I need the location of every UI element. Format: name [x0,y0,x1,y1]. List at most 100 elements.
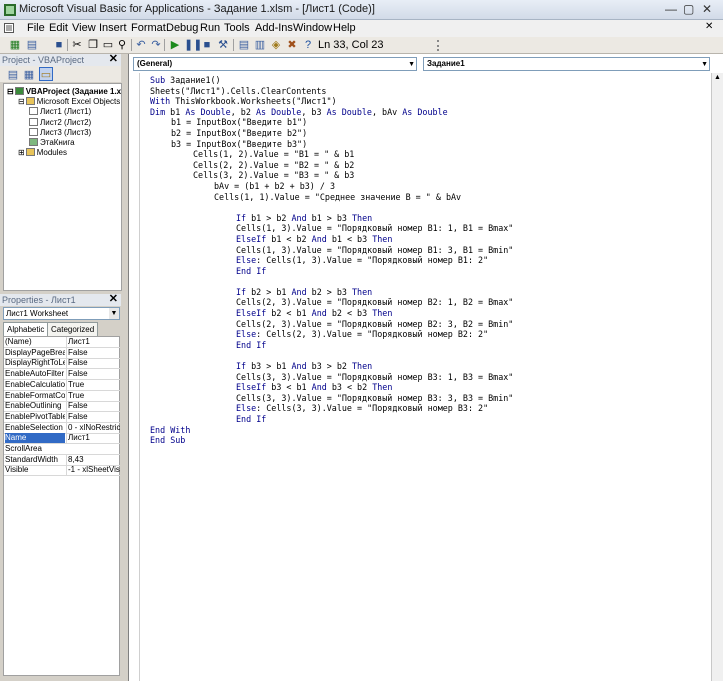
property-value[interactable]: Лист1 [66,433,120,444]
find-icon[interactable]: ⚲ [115,38,129,52]
tree-item[interactable]: Лист1 (Лист1) [29,107,91,117]
tree-item[interactable]: ⊟ Microsoft Excel Objects [18,97,120,107]
tab-categorized[interactable]: Categorized [47,322,99,336]
code-margin-indicator-bar[interactable] [129,73,140,681]
maximize-icon[interactable]: ▢ [683,2,694,16]
property-row[interactable]: EnableSelection0 - xlNoRestrictio [4,422,120,434]
copy-icon[interactable]: ❐ [86,38,100,52]
close-icon[interactable]: ✕ [702,2,712,16]
code-line[interactable]: Sheets("Лист1").Cells.ClearContents [150,86,710,97]
menu-edit[interactable]: Edit [49,22,68,34]
code-line[interactable]: ElseIf b3 < b1 And b3 < b2 Then [150,382,710,393]
code-line[interactable]: End If [150,266,710,277]
view-object-icon[interactable]: ▦ [22,68,36,82]
close-code-window-icon[interactable]: ✕ [705,21,713,32]
code-line[interactable]: bAv = (b1 + b2 + b3) / 3 [150,181,710,192]
project-explorer-icon[interactable]: ▤ [237,38,251,52]
property-value[interactable]: False [66,411,120,422]
properties-window-icon[interactable]: ▥ [253,38,267,52]
tree-item[interactable]: ⊟ VBAProject (Задание 1.x [7,87,121,97]
code-line[interactable]: Else: Cells(3, 3).Value = "Порядковый но… [150,403,710,414]
property-row[interactable]: EnableAutoFilter False [4,369,120,381]
code-line[interactable]: If b1 > b2 And b1 > b3 Then [150,213,710,224]
code-line[interactable]: Cells(1, 3).Value = "Порядковый номер B1… [150,223,710,234]
code-line[interactable]: If b2 > b1 And b2 > b3 Then [150,287,710,298]
reset-icon[interactable]: ■ [200,38,214,52]
code-line[interactable]: Cells(2, 2).Value = "B2 = " & b2 [150,160,710,171]
menu-debug[interactable]: Debug [166,22,198,34]
minimize-icon[interactable]: — [665,2,677,16]
code-line[interactable]: Cells(1, 3).Value = "Порядковый номер B1… [150,245,710,256]
menu-tools[interactable]: Tools [224,22,250,34]
code-line[interactable] [150,202,710,213]
save-icon[interactable]: ■ [52,38,66,52]
expand-icon[interactable]: ⊞ [18,148,25,157]
menu-insert[interactable]: Insert [99,22,127,34]
code-line[interactable]: End If [150,340,710,351]
code-line[interactable]: Cells(1, 2).Value = "B1 = " & b1 [150,149,710,160]
property-row[interactable]: Name Лист1 [4,433,120,445]
properties-object-select[interactable]: Лист1 Worksheet ▼ [3,307,120,320]
close-properties-panel-icon[interactable]: ✕ [109,293,118,305]
property-row[interactable]: ScrollArea [4,444,120,455]
view-excel-icon[interactable]: ▦ [8,38,22,52]
collapse-icon[interactable]: ⊟ [7,87,14,96]
scroll-up-icon[interactable]: ▲ [714,74,721,81]
paste-icon[interactable]: ▭ [101,38,115,52]
code-line[interactable]: Else: Cells(2, 3).Value = "Порядковый но… [150,329,710,340]
code-line[interactable]: End If [150,414,710,425]
property-row[interactable]: EnableOutlining False [4,401,120,413]
close-project-panel-icon[interactable]: ✕ [109,53,118,65]
view-code-icon[interactable]: ▤ [6,68,20,82]
code-line[interactable]: Dim b1 As Double, b2 As Double, b3 As Do… [150,107,710,118]
property-row[interactable]: DisplayPageBreak False [4,347,120,359]
run-icon[interactable]: ▶ [168,38,182,52]
code-line[interactable]: Cells(3, 3).Value = "Порядковый номер B3… [150,393,710,404]
property-row[interactable]: EnableCalculation True [4,379,120,391]
code-line[interactable]: Cells(2, 3).Value = "Порядковый номер B2… [150,297,710,308]
property-value[interactable]: False [66,369,120,380]
tree-item[interactable]: Лист3 (Лист3) [29,127,91,138]
code-line[interactable]: Cells(2, 3).Value = "Порядковый номер B2… [150,319,710,330]
property-value[interactable]: False [66,347,120,358]
chevron-down-icon[interactable]: ▼ [109,308,119,319]
code-line[interactable]: If b3 > b1 And b3 > b2 Then [150,361,710,372]
chevron-down-icon[interactable]: ▼ [701,59,708,71]
menu-add-ins[interactable]: Add-Ins [255,22,293,34]
property-value[interactable]: False [66,358,120,369]
property-row[interactable]: StandardWidth 8,43 [4,454,120,466]
design-mode-icon[interactable]: ⚒ [216,38,230,52]
menu-help[interactable]: Help [333,22,356,34]
undo-icon[interactable]: ↶ [134,38,148,52]
object-combo[interactable]: (General) ▼ [133,57,417,71]
code-line[interactable] [150,276,710,287]
toolbar-grip[interactable] [437,40,443,51]
redo-icon[interactable]: ↷ [149,38,163,52]
property-value[interactable]: 0 - xlNoRestrictio [66,422,120,433]
property-row[interactable]: EnableFormatCon True [4,390,120,402]
code-line[interactable]: With ThisWorkbook.Worksheets("Лист1") [150,96,710,107]
code-line[interactable]: Else: Cells(1, 3).Value = "Порядковый но… [150,255,710,266]
property-value[interactable]: -1 - xlSheetVisib [66,465,120,476]
break-icon[interactable]: ❚❚ [184,38,202,52]
property-value[interactable]: False [66,401,120,412]
procedure-combo[interactable]: Задание1 ▼ [423,57,710,71]
code-line[interactable]: b1 = InputBox("Введите b1") [150,117,710,128]
code-line[interactable]: Cells(3, 2).Value = "B3 = " & b3 [150,170,710,181]
property-value[interactable]: 8,43 [66,454,120,465]
property-value[interactable]: True [66,379,120,390]
insert-module-icon[interactable]: ▤ [25,38,39,52]
menu-window[interactable]: Window [293,22,332,34]
property-value[interactable]: True [66,390,120,401]
code-line[interactable]: End With [150,425,710,436]
code-line[interactable]: Cells(1, 1).Value = "Среднее значение B … [150,192,710,203]
code-line[interactable]: b2 = InputBox("Введите b2") [150,128,710,139]
module-icon[interactable] [4,23,14,33]
property-row[interactable]: (Name) Лист1 [4,337,120,348]
tree-item[interactable]: Лист2 (Лист2) [29,117,91,128]
code-line[interactable] [150,350,710,361]
tree-item[interactable]: ЭтаКнига [29,138,75,148]
cut-icon[interactable]: ✂ [70,38,84,52]
property-row[interactable]: DisplayRightToLef False [4,358,120,370]
code-line[interactable]: b3 = InputBox("Введите b3") [150,139,710,150]
